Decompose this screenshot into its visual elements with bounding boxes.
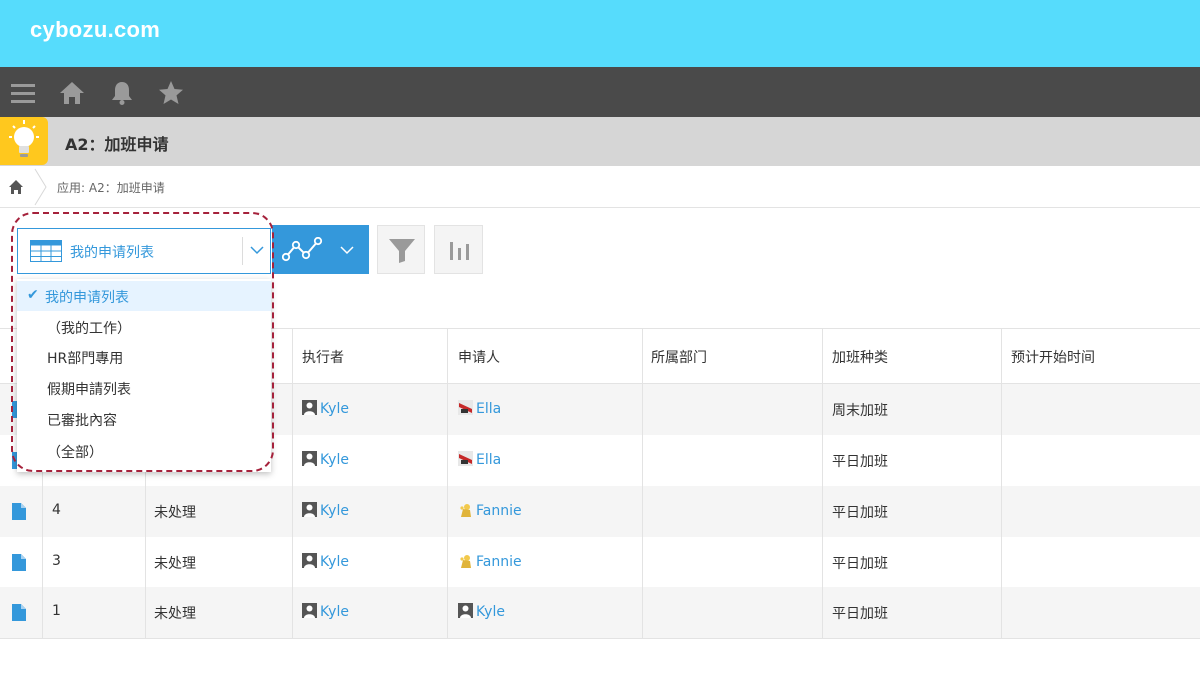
applicant-link[interactable]: Ella <box>476 452 501 468</box>
applicant-link[interactable]: Ella <box>476 401 501 417</box>
star-icon[interactable] <box>158 80 184 106</box>
cell-assignee: Kyle <box>302 502 349 519</box>
applicant-link[interactable]: Fannie <box>476 554 522 570</box>
cell-applicant: Ella <box>458 451 501 468</box>
cell-assignee: Kyle <box>302 553 349 570</box>
cell-id: 4 <box>52 502 61 518</box>
view-option-approved[interactable]: 已審批內容 <box>17 404 271 434</box>
view-option-label: 假期申請列表 <box>47 382 131 398</box>
cell-assignee: Kyle <box>302 400 349 417</box>
table-view-icon <box>30 240 62 262</box>
user-avatar-icon <box>302 603 317 618</box>
record-detail-icon[interactable] <box>12 554 26 571</box>
cell-assignee: Kyle <box>302 603 349 620</box>
top-bar: cybozu.com <box>0 0 1200 67</box>
user-photo-icon <box>458 451 473 466</box>
view-option-my-requests[interactable]: ✔ 我的申请列表 <box>17 281 271 311</box>
view-option-hr-dept[interactable]: HR部門專用 <box>17 342 271 372</box>
table-row[interactable]: 3 未处理 Kyle Fannie 平日加班 <box>0 537 1200 588</box>
applicant-link[interactable]: Kyle <box>476 604 505 620</box>
chart-button[interactable] <box>434 225 483 274</box>
cell-status: 未处理 <box>154 606 196 622</box>
header-applicant[interactable]: 申请人 <box>458 347 500 367</box>
app-title: A2：加班申请 <box>65 135 169 154</box>
record-detail-icon[interactable] <box>12 503 26 520</box>
cell-applicant: Fannie <box>458 502 522 519</box>
view-option-my-work[interactable]: （我的工作） <box>17 312 271 342</box>
column-divider <box>292 328 293 638</box>
user-avatar-icon <box>302 553 317 568</box>
assignee-link[interactable]: Kyle <box>320 503 349 519</box>
cell-overtime-type: 平日加班 <box>832 505 888 521</box>
assignee-link[interactable]: Kyle <box>320 554 349 570</box>
view-option-label: （全部） <box>47 445 103 461</box>
view-select-value: 我的申请列表 <box>70 245 154 261</box>
view-option-leave-requests[interactable]: 假期申請列表 <box>17 373 271 403</box>
assignee-link[interactable]: Kyle <box>320 452 349 468</box>
graph-button[interactable] <box>272 225 369 274</box>
breadcrumb-app-link[interactable]: 应用: A2：加班申请 <box>57 179 165 196</box>
view-select-dropdown[interactable]: 我的申请列表 <box>17 228 271 274</box>
cell-id: 3 <box>52 553 61 569</box>
user-avatar-icon <box>302 451 317 466</box>
cell-assignee: Kyle <box>302 451 349 468</box>
app-bar <box>0 117 1200 166</box>
breadcrumb-home-icon[interactable] <box>8 179 24 195</box>
cybozu-logo[interactable]: cybozu.com <box>30 17 160 43</box>
graph-chevron-down-icon <box>340 246 354 255</box>
applicant-link[interactable]: Fannie <box>476 503 522 519</box>
table-row[interactable]: 1 未处理 Kyle Kyle 平日加班 <box>0 587 1200 638</box>
header-start-time[interactable]: 预计开始时间 <box>1011 347 1095 367</box>
column-divider <box>642 328 643 638</box>
header-overtime-type[interactable]: 加班种类 <box>832 347 888 367</box>
user-avatar-icon <box>302 502 317 517</box>
lightbulb-icon <box>9 120 39 157</box>
column-divider <box>447 328 448 638</box>
check-icon: ✔ <box>27 287 39 303</box>
cell-applicant: Fannie <box>458 553 522 570</box>
table-bottom-border <box>0 638 1200 639</box>
assignee-link[interactable]: Kyle <box>320 604 349 620</box>
cell-status: 未处理 <box>154 556 196 572</box>
app-icon[interactable] <box>0 117 48 165</box>
column-divider <box>1001 328 1002 638</box>
bar-chart-icon <box>450 242 469 260</box>
cell-overtime-type: 平日加班 <box>832 606 888 622</box>
chevron-down-icon <box>250 246 264 255</box>
cell-applicant: Ella <box>458 400 501 417</box>
breadcrumb-separator <box>34 168 47 206</box>
cell-overtime-type: 平日加班 <box>832 556 888 572</box>
cell-applicant: Kyle <box>458 603 505 620</box>
view-option-all[interactable]: （全部） <box>17 436 271 466</box>
bell-icon[interactable] <box>109 80 135 106</box>
header-assignee[interactable]: 执行者 <box>302 347 344 367</box>
assignee-link[interactable]: Kyle <box>320 401 349 417</box>
header-department[interactable]: 所属部门 <box>651 347 707 367</box>
cell-id: 1 <box>52 603 61 619</box>
filter-button[interactable] <box>377 225 425 274</box>
user-avatar-icon <box>458 603 473 618</box>
nav-bar <box>0 67 1200 117</box>
user-photo-icon <box>460 504 471 517</box>
cell-overtime-type: 平日加班 <box>832 454 888 470</box>
breadcrumb <box>0 166 1200 208</box>
user-avatar-icon <box>302 400 317 415</box>
line-graph-icon <box>282 237 323 262</box>
cell-status: 未处理 <box>154 505 196 521</box>
filter-icon <box>389 239 415 263</box>
column-divider <box>822 328 823 638</box>
view-option-label: 已審批內容 <box>47 413 117 429</box>
menu-icon[interactable] <box>10 80 36 106</box>
view-option-label: 我的申请列表 <box>45 290 129 306</box>
record-detail-icon[interactable] <box>12 604 26 621</box>
view-select-divider <box>242 237 243 265</box>
user-photo-icon <box>458 400 473 415</box>
home-icon[interactable] <box>59 80 85 106</box>
cell-overtime-type: 周末加班 <box>832 403 888 419</box>
view-dropdown-menu: ✔ 我的申请列表 （我的工作） HR部門專用 假期申請列表 已審批內容 （全部） <box>17 279 271 472</box>
user-photo-icon <box>460 555 471 568</box>
view-option-label: HR部門專用 <box>47 351 124 367</box>
table-row[interactable]: 4 未处理 Kyle Fannie 平日加班 <box>0 486 1200 537</box>
view-option-label: （我的工作） <box>47 321 131 337</box>
